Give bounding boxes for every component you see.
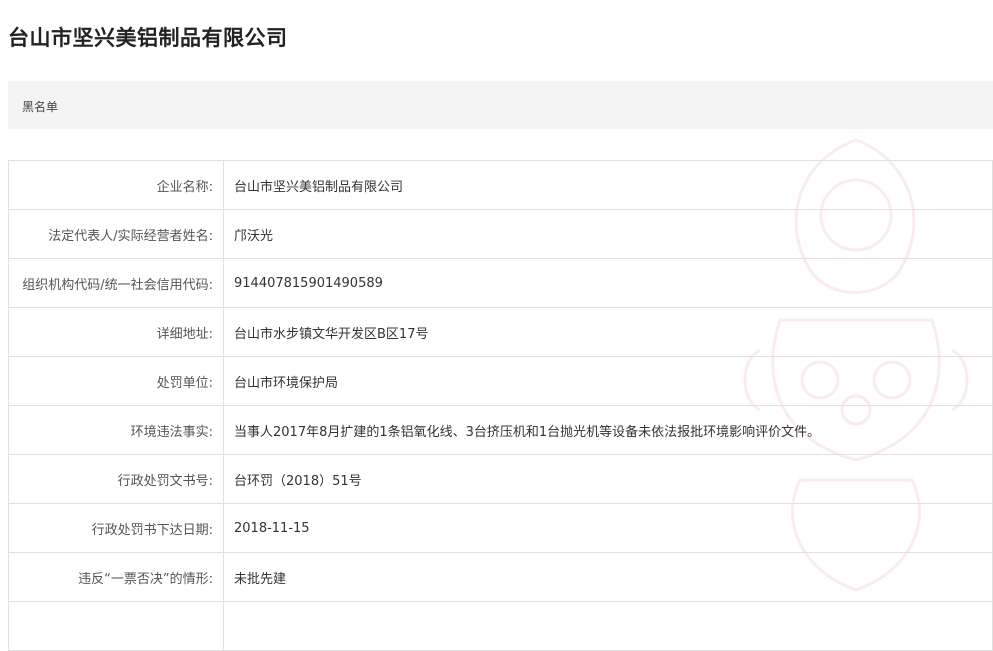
- page-title: 台山市坚兴美铝制品有限公司: [8, 25, 288, 50]
- field-label: 违反“一票否决”的情形:: [8, 552, 224, 602]
- section-header: 黑名单: [8, 81, 993, 129]
- field-value: 当事人2017年8月扩建的1条铝氧化线、3台挤压机和1台抛光机等设备未依法报批环…: [223, 405, 993, 455]
- field-label: 详细地址:: [8, 307, 224, 357]
- field-label: 环境违法事实:: [8, 405, 224, 455]
- field-value: 台环罚（2018）51号: [223, 454, 993, 504]
- field-label: [8, 601, 224, 651]
- table-row: 行政处罚书下达日期: 2018-11-15: [8, 503, 993, 553]
- field-label: 法定代表人/实际经营者姓名:: [8, 209, 224, 259]
- field-value: 2018-11-15: [223, 503, 993, 553]
- field-value: 台山市坚兴美铝制品有限公司: [223, 160, 993, 210]
- field-value: 未批先建: [223, 552, 993, 602]
- table-row: 详细地址: 台山市水步镇文华开发区B区17号: [8, 307, 993, 357]
- field-value: 914407815901490589: [223, 258, 993, 308]
- field-label: 行政处罚书下达日期:: [8, 503, 224, 553]
- field-label: 企业名称:: [8, 160, 224, 210]
- field-value: 台山市水步镇文华开发区B区17号: [223, 307, 993, 357]
- table-row: 企业名称: 台山市坚兴美铝制品有限公司: [8, 160, 993, 210]
- field-value: 邝沃光: [223, 209, 993, 259]
- table-row: 环境违法事实: 当事人2017年8月扩建的1条铝氧化线、3台挤压机和1台抛光机等…: [8, 405, 993, 455]
- section-label: 黑名单: [22, 100, 59, 114]
- field-label: 组织机构代码/统一社会信用代码:: [8, 258, 224, 308]
- field-label: 行政处罚文书号:: [8, 454, 224, 504]
- field-value: [223, 601, 993, 651]
- blacklist-detail-table: 企业名称: 台山市坚兴美铝制品有限公司 法定代表人/实际经营者姓名: 邝沃光 组…: [8, 160, 993, 651]
- table-row: 行政处罚文书号: 台环罚（2018）51号: [8, 454, 993, 504]
- field-label: 处罚单位:: [8, 356, 224, 406]
- table-row: 违反“一票否决”的情形: 未批先建: [8, 552, 993, 602]
- table-row: 处罚单位: 台山市环境保护局: [8, 356, 993, 406]
- table-row: 法定代表人/实际经营者姓名: 邝沃光: [8, 209, 993, 259]
- field-value: 台山市环境保护局: [223, 356, 993, 406]
- table-row: 组织机构代码/统一社会信用代码: 914407815901490589: [8, 258, 993, 308]
- table-row: [8, 601, 993, 651]
